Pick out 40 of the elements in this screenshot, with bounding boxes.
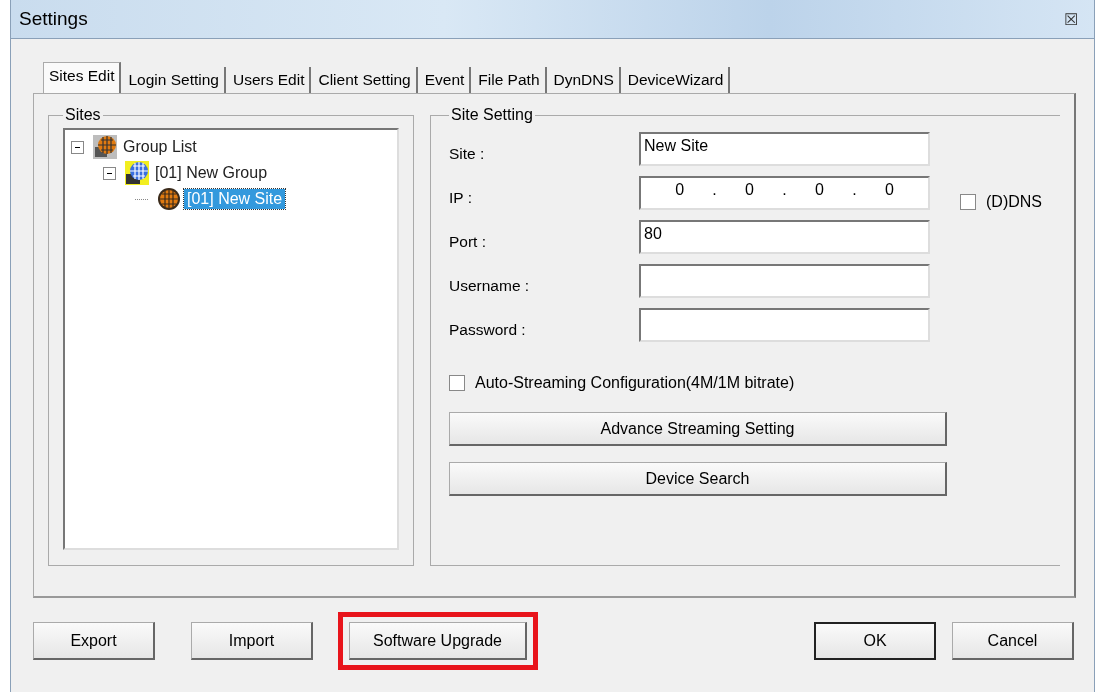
checkbox-label: Auto-Streaming Configuration(4M/1M bitrate) — [475, 374, 795, 392]
tab[interactable]: Sites Edit — [43, 62, 122, 93]
tab[interactable]: Event — [419, 67, 472, 93]
footer-button[interactable]: Export — [33, 622, 155, 660]
tab[interactable]: DynDNS — [548, 67, 621, 93]
collapse-toggle-icon[interactable] — [103, 166, 116, 180]
group-title: Sites — [64, 106, 102, 124]
input-field[interactable]: New Site — [639, 132, 930, 166]
input-field[interactable] — [639, 264, 930, 298]
field-label: Port : — [449, 232, 488, 251]
input-field[interactable] — [639, 308, 930, 342]
tab[interactable]: Users Edit — [228, 67, 312, 93]
tab[interactable]: Client Setting — [313, 67, 418, 93]
checkbox[interactable] — [960, 194, 976, 210]
footer-button[interactable]: Software Upgrade — [349, 622, 527, 660]
action-button[interactable]: Advance Streaming Setting — [449, 412, 947, 446]
ip-address-field[interactable]: 0 . 0 . 0 . 0 — [639, 176, 930, 210]
globe-stack-icon — [93, 135, 117, 159]
close-button[interactable]: ☒ — [1064, 9, 1078, 29]
globe-icon — [157, 187, 181, 211]
input-field[interactable]: 80 — [639, 220, 930, 254]
field-label: Site : — [449, 144, 486, 163]
footer-button[interactable]: OK — [814, 622, 936, 660]
field-label: Username : — [449, 276, 531, 295]
checkbox[interactable] — [449, 375, 465, 391]
tree-item[interactable]: Group List — [120, 137, 200, 157]
tab[interactable]: File Path — [473, 67, 547, 93]
group-title: Site Setting — [450, 106, 534, 124]
tab[interactable]: Login Setting — [123, 67, 226, 93]
footer-button[interactable]: Cancel — [952, 622, 1074, 660]
field-label: Password : — [449, 320, 527, 339]
collapse-toggle-icon[interactable] — [71, 140, 84, 154]
checkbox-label: (D)DNS — [986, 193, 1042, 211]
field-label: IP : — [449, 188, 473, 207]
footer-button[interactable]: Import — [191, 622, 313, 660]
globe-folder-icon — [125, 161, 149, 185]
tab[interactable]: DeviceWizard — [622, 67, 731, 93]
action-button[interactable]: Device Search — [449, 462, 947, 496]
tree-item[interactable]: [01] New Group — [152, 163, 271, 183]
window-title: Settings — [19, 8, 88, 30]
